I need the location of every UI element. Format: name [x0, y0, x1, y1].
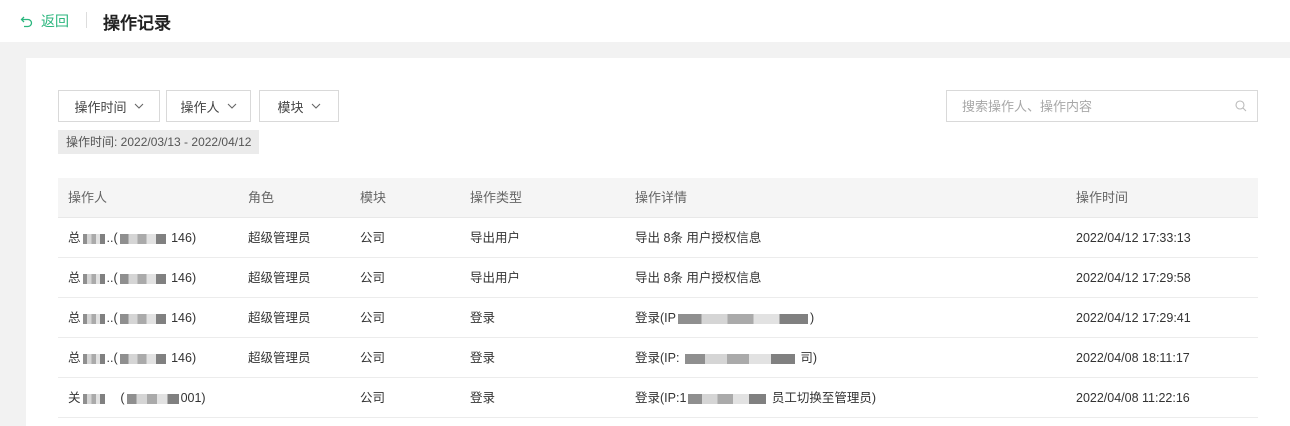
table-header: 操作人 角色 模块 操作类型 操作详情 操作时间: [58, 178, 1258, 218]
redacted-block: [119, 233, 166, 244]
type-cell: 导出用户: [470, 231, 521, 245]
redacted-block: [119, 273, 166, 284]
operator-name: 总: [68, 231, 81, 245]
redacted-block: [119, 353, 166, 364]
chevron-down-icon: [134, 103, 143, 109]
redacted-block: [82, 353, 105, 364]
role-cell: 超级管理员: [248, 311, 311, 325]
redacted-block: [688, 393, 767, 404]
undo-icon: [20, 16, 33, 27]
role-cell: 超级管理员: [248, 271, 311, 285]
detail-text: 登录(IP:1: [635, 391, 687, 405]
role-cell: 超级管理员: [248, 231, 311, 245]
operator-cell: 总 ..( 146): [68, 271, 197, 285]
time-cell: 2022/04/08 11:22:16: [1076, 391, 1190, 405]
detail-cell: 导出 8条 用户授权信息: [635, 271, 762, 285]
search-icon[interactable]: [1235, 100, 1247, 112]
table-row: 总 ..( 146) 超级管理员 公司 导出用户 导出 8条 用户授权信息 202…: [58, 258, 1258, 298]
module-cell: 公司: [360, 391, 386, 405]
operator-phone-tail: 146): [171, 311, 197, 325]
redacted-block: [82, 233, 105, 244]
operator-name: 总: [68, 351, 81, 365]
table-row: 关 (001) 公司 登录 登录(IP:1 员工切换至管理员) 2022/04/…: [58, 378, 1258, 418]
chevron-down-icon: [227, 103, 236, 109]
time-cell: 2022/04/12 17:33:13: [1076, 231, 1191, 245]
module-cell: 公司: [360, 311, 386, 325]
back-button[interactable]: 返回: [20, 11, 69, 31]
filter-label: 操作人: [180, 99, 220, 115]
time-cell: 2022/04/08 18:11:17: [1076, 351, 1190, 365]
time-cell: 2022/04/12 17:29:41: [1076, 311, 1191, 325]
type-cell: 登录: [470, 311, 496, 325]
operator-phone-tail: 146): [171, 271, 197, 285]
filter-label: 操作时间: [74, 99, 127, 115]
type-cell: 登录: [470, 351, 496, 365]
top-bar: 返回 操作记录: [0, 0, 1290, 42]
filter-operator[interactable]: 操作人: [166, 90, 251, 122]
operator-cell: 总 ..( 146): [68, 351, 197, 365]
column-header: 操作详情: [635, 190, 688, 205]
role-cell: 超级管理员: [248, 351, 311, 365]
chevron-down-icon: [311, 103, 320, 109]
column-header: 操作人: [68, 190, 108, 205]
detail-text: 司): [800, 351, 818, 365]
operator-name: 总: [68, 271, 81, 285]
operator-cell: 总 ..( 146): [68, 311, 197, 325]
operator-name: 总: [68, 311, 81, 325]
detail-text: ): [809, 311, 815, 325]
column-header: 角色: [248, 190, 275, 205]
module-cell: 公司: [360, 271, 386, 285]
operator-cell: 总 ..( 146): [68, 231, 197, 245]
detail-text: 员工切换至管理员): [771, 391, 877, 405]
module-cell: 公司: [360, 351, 386, 365]
redacted-block: [82, 393, 105, 404]
table-row: 总 ..( 146) 超级管理员 公司 导出用户 导出 8条 用户授权信息 202…: [58, 218, 1258, 258]
filter-label: 模块: [277, 99, 304, 115]
filter-operation-time[interactable]: 操作时间: [58, 90, 160, 122]
detail-cell: 导出 8条 用户授权信息: [635, 231, 762, 245]
search-box: [946, 90, 1258, 122]
search-input[interactable]: [947, 91, 1217, 121]
filter-module[interactable]: 模块: [259, 90, 339, 122]
detail-text: 登录(IP: [635, 311, 676, 325]
redacted-block: [126, 393, 179, 404]
operator-phone-tail: 146): [171, 231, 197, 245]
back-label: 返回: [41, 13, 69, 29]
operator-cell: 关 (001): [68, 391, 206, 405]
redacted-block: [677, 313, 808, 324]
detail-text: 登录(IP:: [635, 351, 680, 365]
operator-name: 关: [68, 391, 81, 405]
detail-cell: 登录(IP: 司): [635, 338, 817, 378]
column-header: 操作类型: [470, 190, 523, 205]
redacted-block: [82, 273, 105, 284]
detail-cell: 登录(IP:1 员工切换至管理员): [635, 378, 876, 418]
redacted-block: [684, 353, 795, 364]
type-cell: 登录: [470, 391, 496, 405]
column-header: 模块: [360, 190, 387, 205]
table-row: 总 ..( 146) 超级管理员 公司 登录 登录(IP) 2022/04/12 …: [58, 298, 1258, 338]
time-cell: 2022/04/12 17:29:58: [1076, 271, 1191, 285]
records-card: 操作时间 操作人 模块 操作时间: 2022/03/13 - 2022/04/1…: [26, 58, 1290, 426]
module-cell: 公司: [360, 231, 386, 245]
detail-cell: 登录(IP): [635, 298, 814, 338]
page-title: 操作记录: [103, 14, 171, 33]
type-cell: 导出用户: [470, 271, 521, 285]
active-filter-tag: 操作时间: 2022/03/13 - 2022/04/12: [58, 130, 260, 154]
redacted-block: [82, 313, 105, 324]
column-header: 操作时间: [1076, 190, 1129, 205]
redacted-block: [119, 313, 166, 324]
operator-phone-tail: 001): [180, 391, 206, 405]
divider: [86, 12, 87, 28]
operator-phone-tail: 146): [171, 351, 197, 365]
table-row: 总 ..( 146) 超级管理员 公司 登录 登录(IP: 司) 2022/04/…: [58, 338, 1258, 378]
